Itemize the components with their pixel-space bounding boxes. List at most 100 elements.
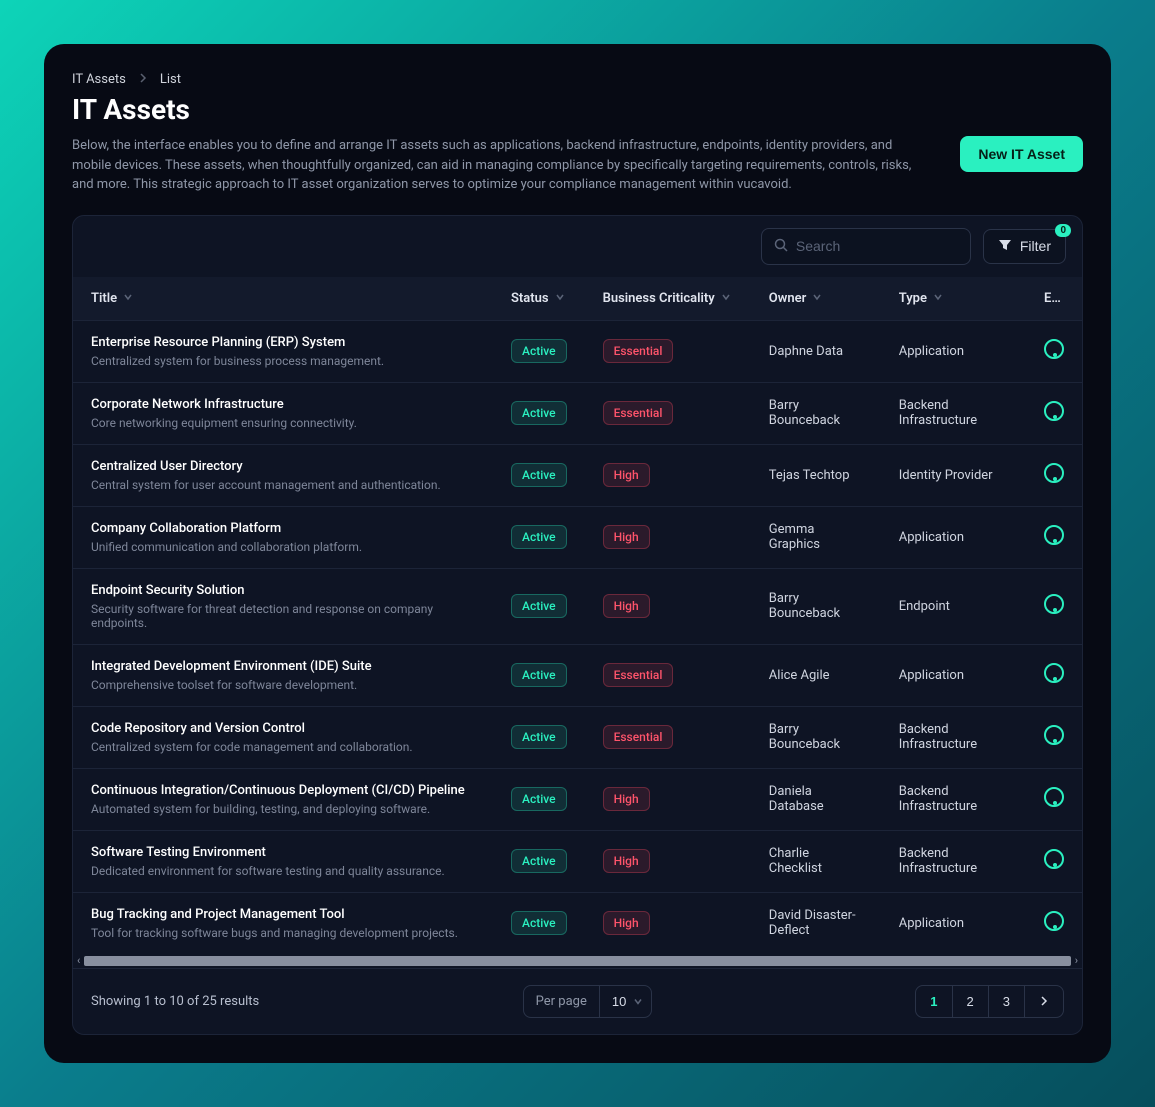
chevron-down-icon xyxy=(555,291,565,306)
type-cell: Endpoint xyxy=(881,568,1026,644)
assets-table: Title Status Business Criticality Owner … xyxy=(73,277,1082,954)
asset-title: Company Collaboration Platform xyxy=(91,521,475,536)
criticality-badge: Essential xyxy=(603,663,674,687)
col-owner-label: Owner xyxy=(769,291,807,306)
results-summary: Showing 1 to 10 of 25 results xyxy=(91,994,259,1009)
asset-title: Code Repository and Version Control xyxy=(91,721,475,736)
criticality-badge: Essential xyxy=(603,725,674,749)
col-header-type[interactable]: Type xyxy=(899,291,1008,306)
environment-indicator-icon xyxy=(1044,849,1064,869)
perpage-control: Per page 10 xyxy=(523,985,652,1018)
filter-count-badge: 0 xyxy=(1055,224,1071,237)
table-row[interactable]: Software Testing EnvironmentDedicated en… xyxy=(73,830,1082,892)
horizontal-scrollbar[interactable]: ‹ › xyxy=(73,954,1082,968)
environment-indicator-icon xyxy=(1044,787,1064,807)
breadcrumb: IT Assets List xyxy=(72,72,1083,87)
pager-page-1[interactable]: 1 xyxy=(916,986,952,1017)
asset-subtitle: Comprehensive toolset for software devel… xyxy=(91,678,475,692)
table-row[interactable]: Enterprise Resource Planning (ERP) Syste… xyxy=(73,320,1082,382)
owner-cell: Gemma Graphics xyxy=(751,506,881,568)
owner-cell: Daniela Database xyxy=(751,768,881,830)
col-header-owner[interactable]: Owner xyxy=(769,291,863,306)
asset-title: Continuous Integration/Continuous Deploy… xyxy=(91,783,475,798)
status-badge: Active xyxy=(511,849,567,873)
status-badge: Active xyxy=(511,787,567,811)
table-row[interactable]: Integrated Development Environment (IDE)… xyxy=(73,644,1082,706)
pager: 123 xyxy=(915,985,1064,1018)
scrollbar-track[interactable] xyxy=(84,956,1070,966)
pager-next[interactable] xyxy=(1025,986,1063,1017)
search-wrap[interactable] xyxy=(761,228,971,265)
status-badge: Active xyxy=(511,463,567,487)
criticality-badge: High xyxy=(603,525,650,549)
asset-subtitle: Unified communication and collaboration … xyxy=(91,540,475,554)
owner-cell: Barry Bounceback xyxy=(751,568,881,644)
asset-subtitle: Automated system for building, testing, … xyxy=(91,802,475,816)
col-header-status[interactable]: Status xyxy=(511,291,567,306)
perpage-label: Per page xyxy=(524,986,600,1017)
perpage-select[interactable]: 10 xyxy=(600,986,651,1017)
table-row[interactable]: Endpoint Security Solution Security softw… xyxy=(73,568,1082,644)
owner-cell: Daphne Data xyxy=(751,320,881,382)
type-cell: Backend Infrastructure xyxy=(881,768,1026,830)
type-cell: Identity Provider xyxy=(881,444,1026,506)
status-badge: Active xyxy=(511,594,567,618)
table-row[interactable]: Centralized User DirectoryCentral system… xyxy=(73,444,1082,506)
asset-subtitle: Tool for tracking software bugs and mana… xyxy=(91,926,475,940)
type-cell: Application xyxy=(881,320,1026,382)
search-icon xyxy=(774,237,788,256)
status-badge: Active xyxy=(511,401,567,425)
filter-icon xyxy=(998,238,1012,255)
type-cell: Backend Infrastructure xyxy=(881,830,1026,892)
table-row[interactable]: Code Repository and Version ControlCentr… xyxy=(73,706,1082,768)
asset-title: Corporate Network Infrastructure xyxy=(91,397,475,412)
type-cell: Backend Infrastructure xyxy=(881,382,1026,444)
chevron-right-icon xyxy=(138,72,148,87)
owner-cell: Barry Bounceback xyxy=(751,382,881,444)
pager-page-2[interactable]: 2 xyxy=(953,986,989,1017)
type-cell: Application xyxy=(881,506,1026,568)
table-row[interactable]: Corporate Network InfrastructureCore net… xyxy=(73,382,1082,444)
table-row[interactable]: Continuous Integration/Continuous Deploy… xyxy=(73,768,1082,830)
col-header-criticality[interactable]: Business Criticality xyxy=(603,291,733,306)
criticality-badge: High xyxy=(603,849,650,873)
status-badge: Active xyxy=(511,525,567,549)
owner-cell: David Disaster-Deflect xyxy=(751,892,881,954)
table-row[interactable]: Bug Tracking and Project Management Tool… xyxy=(73,892,1082,954)
owner-cell: Alice Agile xyxy=(751,644,881,706)
col-status-label: Status xyxy=(511,291,549,306)
search-input[interactable] xyxy=(796,238,977,254)
breadcrumb-leaf: List xyxy=(160,72,181,87)
owner-cell: Charlie Checklist xyxy=(751,830,881,892)
col-type-label: Type xyxy=(899,291,927,306)
main-panel: IT Assets List IT Assets Below, the inte… xyxy=(44,44,1111,1063)
asset-subtitle: Security software for threat detection a… xyxy=(91,602,475,630)
page-title: IT Assets xyxy=(72,93,1083,126)
owner-cell: Barry Bounceback xyxy=(751,706,881,768)
asset-title: Endpoint Security Solution xyxy=(91,583,475,598)
criticality-badge: High xyxy=(603,787,650,811)
asset-title: Integrated Development Environment (IDE)… xyxy=(91,659,475,674)
environment-indicator-icon xyxy=(1044,663,1064,683)
criticality-badge: Essential xyxy=(603,339,674,363)
type-cell: Application xyxy=(881,644,1026,706)
table-row[interactable]: Company Collaboration Platform Unified co… xyxy=(73,506,1082,568)
breadcrumb-root[interactable]: IT Assets xyxy=(72,72,126,87)
filter-button[interactable]: Filter 0 xyxy=(983,229,1066,264)
type-cell: Backend Infrastructure xyxy=(881,706,1026,768)
col-header-env[interactable]: E… xyxy=(1026,277,1082,321)
asset-title: Enterprise Resource Planning (ERP) Syste… xyxy=(91,335,475,350)
col-header-title[interactable]: Title xyxy=(91,291,475,306)
new-it-asset-button[interactable]: New IT Asset xyxy=(960,136,1083,172)
asset-title: Centralized User Directory xyxy=(91,459,475,474)
chevron-left-icon[interactable]: ‹ xyxy=(77,954,80,967)
environment-indicator-icon xyxy=(1044,401,1064,421)
col-criticality-label: Business Criticality xyxy=(603,291,715,306)
table-scroll[interactable]: Title Status Business Criticality Owner … xyxy=(73,277,1082,954)
pager-page-3[interactable]: 3 xyxy=(989,986,1025,1017)
status-badge: Active xyxy=(511,911,567,935)
environment-indicator-icon xyxy=(1044,463,1064,483)
chevron-right-icon[interactable]: › xyxy=(1075,954,1078,967)
asset-subtitle: Centralized system for business process … xyxy=(91,354,475,368)
chevron-down-icon xyxy=(933,291,943,306)
